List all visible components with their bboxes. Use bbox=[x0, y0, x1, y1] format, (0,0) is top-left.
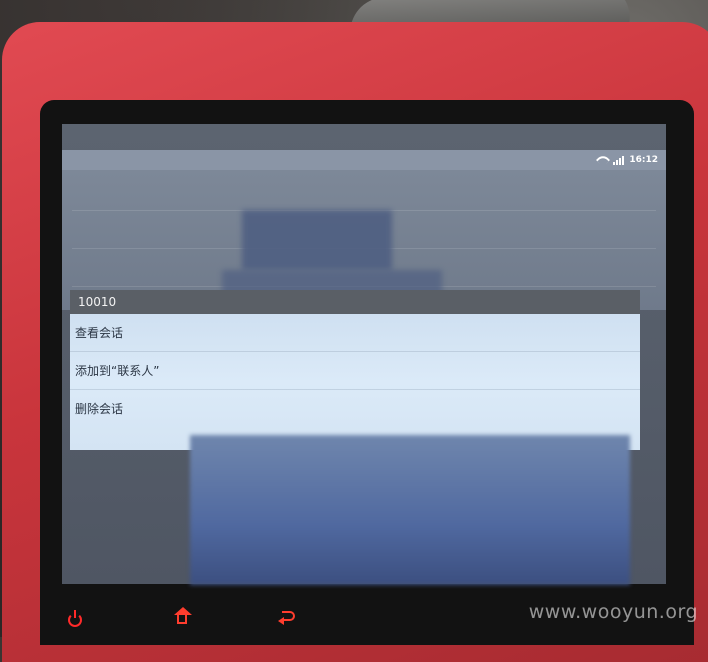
dialog-title: 10010 bbox=[70, 290, 640, 314]
pixelated-redaction bbox=[242, 210, 392, 270]
status-bar: 16:12 bbox=[62, 150, 666, 170]
conversation-list-background bbox=[62, 170, 666, 310]
status-time: 16:12 bbox=[629, 155, 658, 165]
watermark: www.wooyun.org bbox=[528, 601, 698, 623]
context-menu-dialog: 10010 查看会话 添加到“联系人” 删除会话 bbox=[70, 290, 640, 450]
home-icon[interactable] bbox=[172, 607, 194, 629]
pixelated-redaction bbox=[190, 435, 630, 585]
status-icons: 16:12 bbox=[596, 150, 658, 170]
context-menu: 查看会话 添加到“联系人” 删除会话 bbox=[70, 314, 640, 450]
back-icon-arrow bbox=[278, 617, 284, 625]
menu-item-view-conversation[interactable]: 查看会话 bbox=[70, 314, 640, 352]
signal-icon bbox=[613, 155, 625, 165]
home-icon-base bbox=[177, 615, 187, 624]
wifi-icon bbox=[596, 152, 611, 168]
back-icon[interactable] bbox=[278, 607, 300, 629]
power-icon[interactable] bbox=[68, 610, 82, 627]
menu-item-delete-conversation[interactable]: 删除会话 bbox=[70, 390, 640, 428]
home-icon-roof bbox=[174, 607, 192, 615]
menu-item-add-to-contacts[interactable]: 添加到“联系人” bbox=[70, 352, 640, 390]
